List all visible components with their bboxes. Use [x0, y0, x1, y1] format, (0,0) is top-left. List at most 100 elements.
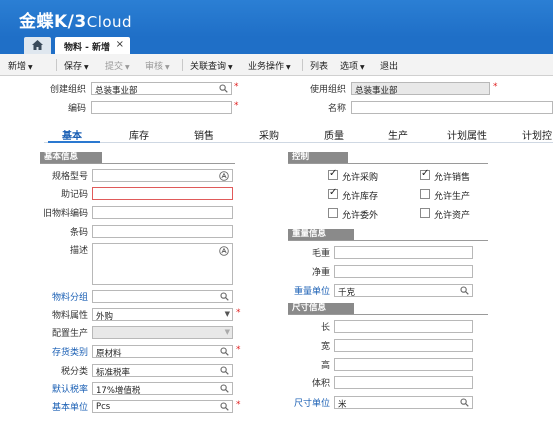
toolbar-exit-label: 退出: [380, 62, 399, 72]
width-label: 宽: [320, 342, 330, 352]
default-tax-rate-value: 17%增值税: [96, 386, 141, 395]
required-marker: *: [236, 345, 241, 355]
tab-quality[interactable]: 质量: [324, 127, 344, 142]
toolbar-save-label: 保存: [64, 62, 83, 72]
material-attr-select[interactable]: 外购 ▼: [92, 308, 233, 321]
tab-inventory[interactable]: 库存: [129, 127, 149, 142]
code-label: 编码: [67, 104, 86, 114]
search-icon[interactable]: [220, 347, 229, 356]
default-tax-rate-field[interactable]: 17%增值税: [92, 382, 233, 395]
width-field[interactable]: [334, 339, 473, 352]
old-code-field[interactable]: [92, 206, 233, 219]
toolbar-divider: [182, 59, 183, 71]
allow-purchase-checkbox[interactable]: [328, 168, 338, 180]
tab-purchase[interactable]: 采购: [259, 127, 279, 142]
multilang-icon[interactable]: [219, 171, 229, 181]
material-attr-value: 外购: [96, 312, 114, 321]
volume-field[interactable]: [334, 376, 473, 389]
net-weight-field[interactable]: [334, 265, 473, 278]
tax-category-field[interactable]: 标准税率: [92, 364, 233, 377]
material-group-label[interactable]: 物料分组: [30, 290, 88, 303]
toolbar-submit-button[interactable]: 提交 ▼: [105, 59, 130, 72]
required-marker: *: [236, 400, 241, 410]
tab-plan-attributes[interactable]: 计划属性: [447, 127, 487, 142]
app-logo: 金蝶K/3Cloud: [19, 7, 132, 32]
toolbar-options-label: 选项: [340, 62, 359, 72]
tab-sales[interactable]: 销售: [194, 127, 214, 142]
allow-sales-label: 允许销售: [434, 173, 471, 183]
toolbar-audit-button[interactable]: 审核 ▼: [145, 59, 170, 72]
tab-material-new[interactable]: 物料 - 新增 ×: [55, 37, 130, 54]
spec-label: 规格型号: [51, 172, 88, 182]
description-field[interactable]: [92, 243, 233, 285]
required-marker: *: [234, 82, 239, 92]
gross-weight-field[interactable]: [334, 246, 473, 259]
material-group-field[interactable]: [92, 290, 233, 303]
size-info-header: 尺寸信息: [288, 303, 354, 314]
code-field[interactable]: [91, 101, 232, 114]
toolbar-related-query-button[interactable]: 关联查询 ▼: [190, 59, 233, 72]
brand-suffix: Cloud: [86, 13, 133, 31]
material-attr-label: 物料属性: [51, 311, 88, 321]
search-icon[interactable]: [220, 292, 229, 301]
weight-unit-field[interactable]: 千克: [334, 284, 473, 297]
search-icon[interactable]: [220, 366, 229, 375]
multilang-icon[interactable]: [219, 246, 229, 256]
tax-category-value: 标准税率: [96, 368, 131, 377]
brand-name: 金蝶K/3: [19, 12, 87, 32]
use-org-field[interactable]: 总装事业部: [351, 82, 490, 95]
search-icon[interactable]: [220, 402, 229, 411]
config-prod-select[interactable]: ▼: [92, 326, 233, 339]
weight-unit-value: 千克: [338, 288, 356, 297]
chevron-down-icon: ▼: [360, 64, 365, 71]
chevron-down-icon: ▼: [224, 328, 230, 336]
toolbar-business-op-button[interactable]: 业务操作 ▼: [248, 59, 291, 72]
toolbar-list-button[interactable]: 列表: [310, 59, 328, 72]
base-unit-field[interactable]: Pcs: [92, 400, 233, 413]
allow-sales-checkbox[interactable]: [420, 168, 430, 180]
base-unit-label[interactable]: 基本单位: [30, 400, 88, 413]
allow-production-checkbox[interactable]: [420, 189, 430, 199]
weight-unit-label[interactable]: 重量单位: [290, 284, 330, 297]
close-tab-icon[interactable]: ×: [116, 39, 124, 50]
home-tab[interactable]: [24, 37, 51, 54]
section-divider: [40, 163, 235, 164]
toolbar-options-button[interactable]: 选项 ▼: [340, 59, 365, 72]
gross-weight-label: 毛重: [311, 249, 330, 259]
mnemonic-field[interactable]: [92, 187, 233, 200]
name-label: 名称: [327, 104, 346, 114]
search-icon[interactable]: [219, 84, 228, 93]
size-unit-field[interactable]: 米: [334, 396, 473, 409]
name-field[interactable]: [351, 101, 553, 114]
mnemonic-label: 助记码: [60, 190, 88, 200]
chevron-down-icon: ▼: [228, 64, 233, 71]
search-icon[interactable]: [220, 384, 229, 393]
default-tax-rate-label[interactable]: 默认税率: [30, 382, 88, 395]
chevron-down-icon[interactable]: ▼: [225, 310, 230, 318]
use-org-label: 使用组织: [309, 85, 346, 95]
tab-plan-control[interactable]: 计划控: [522, 127, 552, 142]
toolbar-new-button[interactable]: 新增 ▼: [8, 59, 33, 72]
old-code-label: 旧物料编码: [42, 209, 88, 219]
required-marker: *: [493, 82, 498, 92]
toolbar-save-button[interactable]: 保存 ▼: [64, 59, 89, 72]
barcode-field[interactable]: [92, 225, 233, 238]
stock-category-label[interactable]: 存货类别: [30, 345, 88, 358]
allow-inventory-checkbox[interactable]: [328, 187, 338, 199]
description-label: 描述: [69, 246, 88, 256]
stock-category-field[interactable]: 原材料: [92, 345, 233, 358]
tab-basic[interactable]: 基本: [62, 127, 82, 142]
height-label: 高: [320, 361, 330, 371]
allow-outsource-checkbox[interactable]: [328, 208, 338, 218]
height-field[interactable]: [334, 358, 473, 371]
tab-production[interactable]: 生产: [388, 127, 408, 142]
length-field[interactable]: [334, 320, 473, 333]
active-tab-indicator: [48, 141, 100, 143]
search-icon[interactable]: [460, 398, 469, 407]
allow-asset-checkbox[interactable]: [420, 208, 430, 218]
size-unit-label[interactable]: 尺寸单位: [290, 396, 330, 409]
search-icon[interactable]: [460, 286, 469, 295]
create-org-field[interactable]: 总装事业部: [91, 82, 232, 95]
toolbar-exit-button[interactable]: 退出: [380, 59, 398, 72]
spec-field[interactable]: [92, 169, 233, 182]
